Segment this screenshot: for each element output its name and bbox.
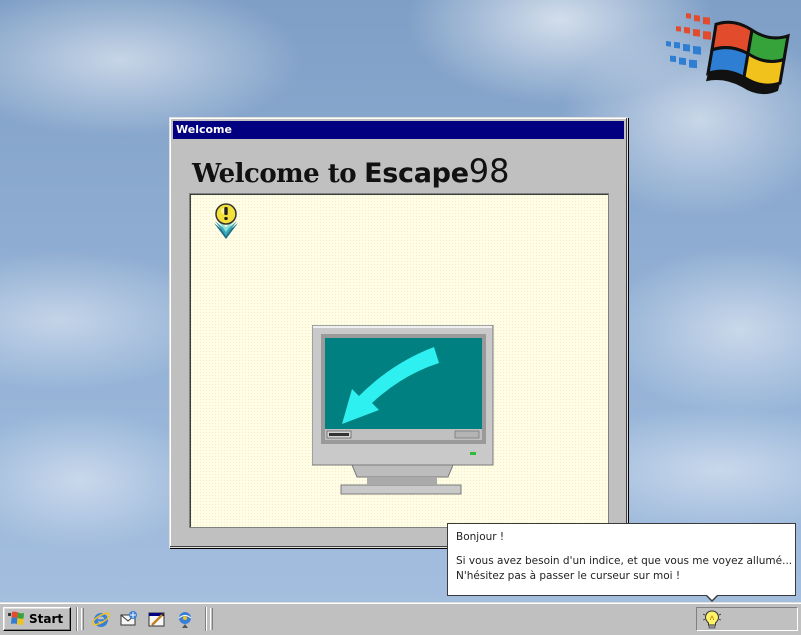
- welcome-content-panel: [189, 193, 609, 528]
- start-button[interactable]: Start: [3, 607, 71, 631]
- welcome-heading: Welcome to Escape 98: [192, 152, 510, 190]
- system-tray: [696, 607, 798, 631]
- heading-98: 98: [468, 152, 510, 190]
- start-windows-icon: [8, 611, 24, 625]
- tooltip-hover-line: N'hésitez pas à passer le curseur sur mo…: [456, 570, 681, 582]
- taskbar: Start: [0, 602, 801, 635]
- tooltip-hint-line: Si vous avez besoin d'un indice, et que …: [456, 555, 793, 567]
- monitor-with-arrow-illustration: [312, 325, 494, 495]
- internet-explorer-icon[interactable]: [91, 609, 111, 629]
- task-area-grip[interactable]: [210, 608, 213, 630]
- hint-tooltip: Bonjour ! Si vous avez besoin d'un indic…: [447, 523, 796, 596]
- window-title[interactable]: Welcome: [173, 121, 624, 139]
- heading-escape: Escape: [364, 158, 469, 189]
- welcome-window: Welcome Welcome to Escape 98: [169, 117, 628, 548]
- show-desktop-icon[interactable]: [147, 609, 167, 629]
- start-label: Start: [29, 612, 64, 626]
- exclamation-hint-icon[interactable]: [211, 203, 241, 239]
- quick-launch-grip[interactable]: [81, 608, 84, 630]
- outlook-express-icon[interactable]: [119, 609, 139, 629]
- heading-welcome-to: Welcome to: [192, 159, 357, 189]
- lightbulb-icon[interactable]: [703, 610, 721, 630]
- taskbar-separator: [76, 607, 78, 631]
- windows-logo-icon: [666, 13, 790, 95]
- taskbar-separator: [205, 607, 207, 631]
- tooltip-tail-fill: [706, 594, 718, 600]
- channels-icon[interactable]: [175, 609, 195, 629]
- tooltip-greeting: Bonjour !: [456, 531, 505, 543]
